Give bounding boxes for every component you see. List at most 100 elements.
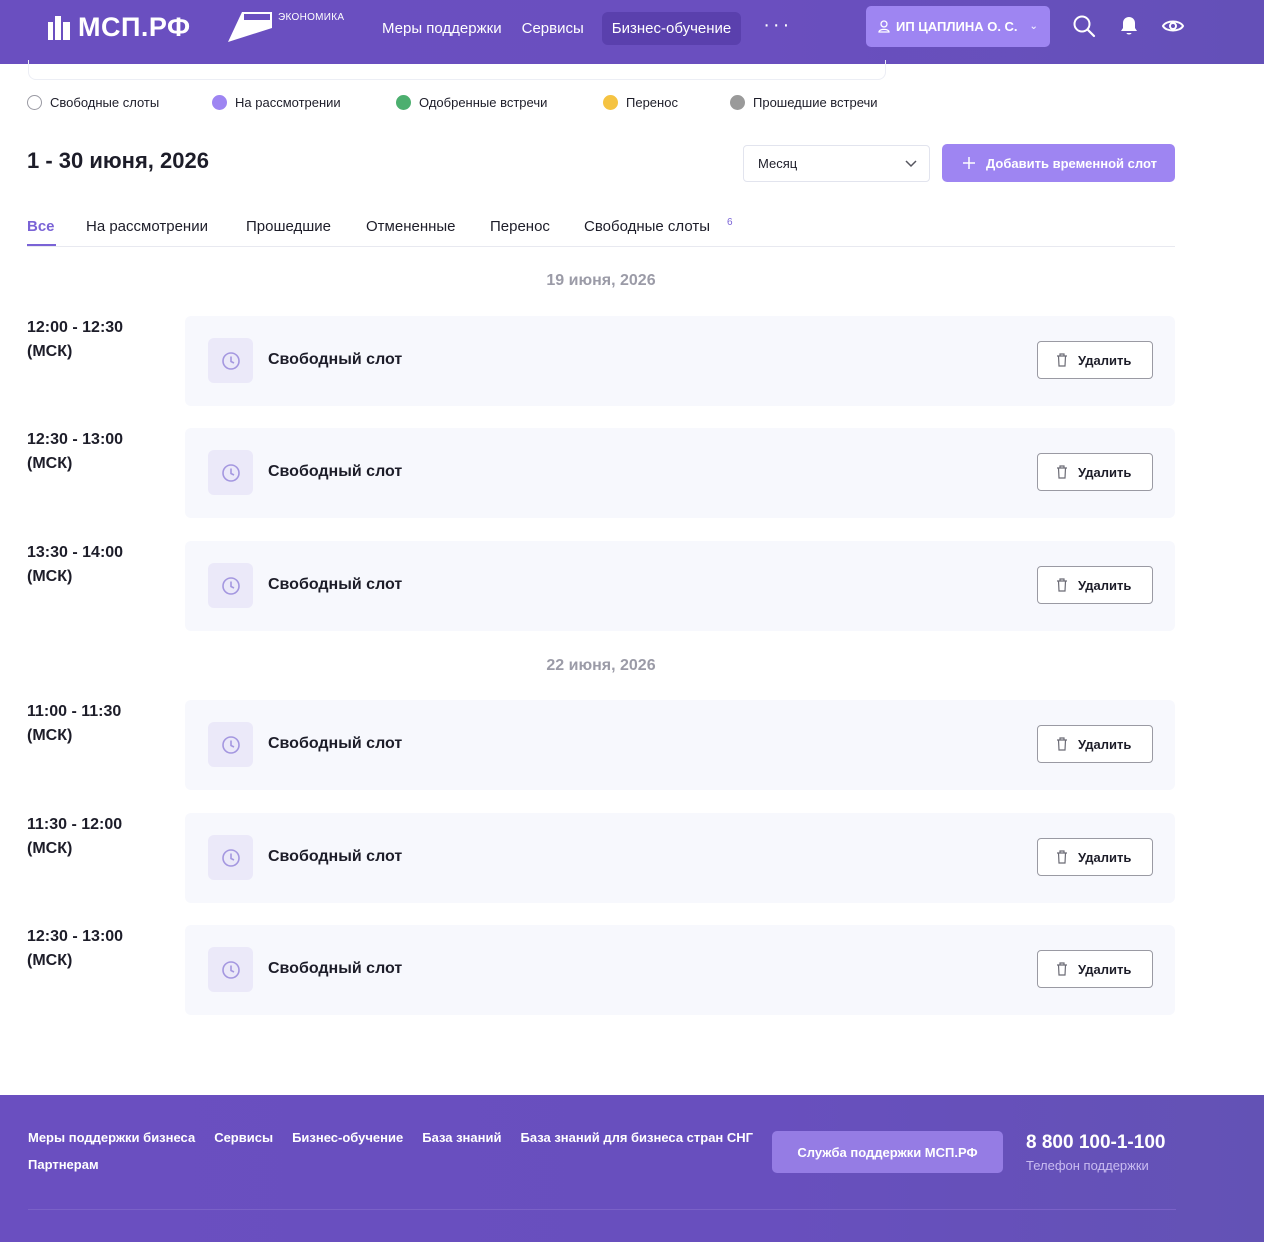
tab-reschedule[interactable]: Перенос [490, 218, 550, 235]
slot-time-range: 11:30 - 12:00 [27, 816, 123, 833]
logo-text: МСП.РФ [78, 12, 191, 42]
tab-past[interactable]: Прошедшие [246, 218, 331, 235]
chevron-down-icon [905, 160, 917, 168]
slot-time: 12:30 - 13:00 (МСК) [27, 428, 123, 476]
accessibility-eye-icon[interactable] [1161, 14, 1185, 38]
slot-card: Свободный слот Удалить [185, 813, 1175, 903]
clock-icon [208, 722, 253, 767]
footer-link-business-education[interactable]: Бизнес-обучение [292, 1130, 403, 1145]
legend-approved: Одобренные встречи [396, 95, 603, 110]
slot-title: Свободный слот [268, 463, 403, 480]
tab-pending[interactable]: На рассмотрении [86, 218, 208, 235]
view-mode-select[interactable]: Месяц [743, 145, 930, 182]
delete-button[interactable]: Удалить [1037, 950, 1153, 988]
legend-dot-approved [396, 95, 411, 110]
slot-card: Свободный слот Удалить [185, 541, 1175, 631]
clock-icon [208, 835, 253, 880]
legend-reschedule: Перенос [603, 95, 730, 110]
support-phone-label: Телефон поддержки [1026, 1158, 1149, 1173]
eco-label: ЭКОНОМИКА [278, 12, 345, 23]
tab-all[interactable]: Все [27, 218, 55, 235]
support-service-button[interactable]: Служба поддержки МСП.РФ [772, 1131, 1003, 1173]
delete-button[interactable]: Удалить [1037, 838, 1153, 876]
footer-divider [28, 1209, 1176, 1210]
slot-time: 13:30 - 14:00 (МСК) [27, 541, 123, 589]
filter-tabs: Все На рассмотрении Прошедшие Отмененные… [27, 212, 1175, 247]
user-menu-button[interactable]: ИП ЦАПЛИНА О. С. ⌄ [866, 6, 1050, 47]
footer-link-cis-knowledge-base[interactable]: База знаний для бизнеса стран СНГ [520, 1130, 753, 1145]
delete-button[interactable]: Удалить [1037, 566, 1153, 604]
trash-icon [1057, 353, 1067, 367]
slot-time-range: 12:30 - 13:00 [27, 928, 124, 945]
slot-title: Свободный слот [268, 848, 403, 865]
clock-icon [208, 947, 253, 992]
date-separator: 19 июня, 2026 [546, 272, 656, 289]
legend-label: Перенос [626, 95, 678, 110]
slot-timezone: (МСК) [27, 455, 73, 472]
search-icon[interactable] [1072, 14, 1096, 38]
site-logo[interactable]: МСП.РФ [48, 12, 191, 43]
clock-icon [208, 450, 253, 495]
slot-timezone: (МСК) [27, 568, 73, 585]
slot-card: Свободный слот Удалить [185, 428, 1175, 518]
slot-timezone: (МСК) [27, 727, 73, 744]
delete-label: Удалить [1078, 577, 1132, 593]
slot-time: 12:30 - 13:00 (МСК) [27, 925, 123, 973]
legend-dot-reschedule [603, 95, 618, 110]
slot-card: Свободный слот Удалить [185, 925, 1175, 1015]
legend-dot-past [730, 95, 745, 110]
legend-label: Свободные слоты [50, 95, 160, 110]
logo-mark-icon [48, 15, 70, 40]
delete-label: Удалить [1078, 352, 1132, 368]
delete-button[interactable]: Удалить [1037, 341, 1153, 379]
legend-label: Одобренные встречи [419, 95, 548, 110]
legend-dot-free [27, 95, 42, 110]
clock-icon [208, 563, 253, 608]
previous-card-edge [28, 60, 886, 80]
delete-button[interactable]: Удалить [1037, 725, 1153, 763]
footer-link-support-measures[interactable]: Меры поддержки бизнеса [28, 1130, 195, 1145]
slot-card: Свободный слот Удалить [185, 316, 1175, 406]
delete-label: Удалить [1078, 464, 1132, 480]
national-project-logo-icon [228, 12, 272, 42]
nav-business-education[interactable]: Бизнес-обучение [601, 12, 742, 45]
delete-button[interactable]: Удалить [1037, 453, 1153, 491]
footer-link-knowledge-base[interactable]: База знаний [422, 1130, 501, 1145]
slot-card: Свободный слот Удалить [185, 700, 1175, 790]
tab-cancelled[interactable]: Отмененные [366, 218, 456, 235]
plus-icon [963, 157, 975, 169]
footer-link-services[interactable]: Сервисы [214, 1130, 273, 1145]
active-tab-indicator [27, 244, 56, 246]
slot-time-range: 13:30 - 14:00 [27, 544, 124, 561]
slot-timezone: (МСК) [27, 952, 73, 969]
add-time-slot-button[interactable]: Добавить временной слот [942, 144, 1175, 182]
clock-icon [208, 338, 253, 383]
legend-dot-pending [212, 95, 227, 110]
bell-icon[interactable] [1117, 14, 1141, 38]
site-footer: Меры поддержки бизнеса Сервисы Бизнес-об… [0, 1095, 1264, 1242]
user-icon [878, 20, 890, 33]
legend-label: Прошедшие встречи [753, 95, 878, 110]
footer-link-partners[interactable]: Партнерам [28, 1157, 99, 1172]
more-menu-button[interactable]: ··· [751, 15, 804, 35]
slot-time: 12:00 - 12:30 (МСК) [27, 316, 123, 364]
status-legend: Свободные слоты На рассмотрении Одобренн… [27, 95, 878, 110]
trash-icon [1057, 850, 1067, 864]
top-header: МСП.РФ ЭКОНОМИКА Меры поддержки Сервисы … [0, 0, 1264, 64]
nav-support-measures[interactable]: Меры поддержки [372, 12, 512, 45]
slot-title: Свободный слот [268, 351, 403, 368]
trash-icon [1057, 578, 1067, 592]
slot-title: Свободный слот [268, 735, 403, 752]
support-phone[interactable]: 8 800 100-1-100 [1026, 1132, 1165, 1154]
main-nav: Меры поддержки Сервисы Бизнес-обучение ·… [372, 12, 804, 45]
legend-past: Прошедшие встречи [730, 95, 878, 110]
delete-label: Удалить [1078, 849, 1132, 865]
delete-label: Удалить [1078, 961, 1132, 977]
free-slots-count-badge: 6 [727, 217, 733, 228]
period-title: 1 - 30 июня, 2026 [27, 148, 209, 173]
chevron-down-icon: ⌄ [1029, 21, 1038, 32]
trash-icon [1057, 962, 1067, 976]
nav-services[interactable]: Сервисы [512, 12, 594, 45]
slot-time: 11:30 - 12:00 (МСК) [27, 813, 122, 861]
tab-free-slots[interactable]: Свободные слоты [584, 218, 710, 235]
